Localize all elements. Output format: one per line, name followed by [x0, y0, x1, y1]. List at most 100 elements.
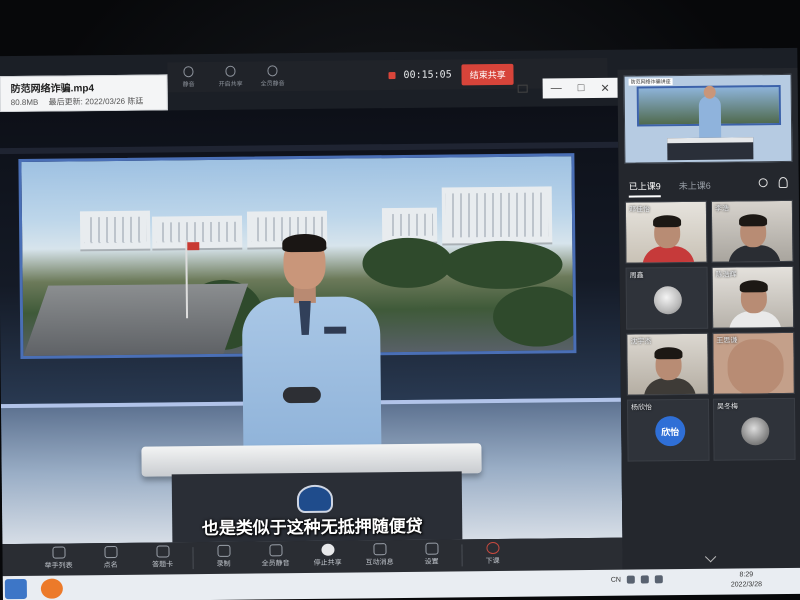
building	[79, 210, 151, 252]
participant-body	[643, 377, 697, 396]
minimize-button[interactable]: —	[551, 82, 562, 94]
roll-call-button[interactable]: 点名	[84, 543, 136, 571]
hand-raise-list-button[interactable]: 举手列表	[32, 543, 84, 571]
settings-label: 设置	[424, 558, 439, 566]
mute-button[interactable]: 静音	[167, 66, 209, 88]
record-icon	[216, 544, 231, 557]
maximize-button[interactable]: □	[578, 82, 585, 94]
participant-name: 吴冬梅	[716, 403, 739, 411]
participant-tile[interactable]: 欣怡 杨欣怡	[626, 398, 710, 462]
participant-name: 邓佳怡	[628, 206, 650, 214]
presenter-uniform	[241, 296, 382, 468]
record-button[interactable]: 录制	[197, 542, 249, 570]
mute-all-button[interactable]: 全员静音	[251, 65, 293, 87]
participant-tile[interactable]: 李浩	[710, 199, 794, 263]
roll-call-label: 点名	[103, 561, 118, 570]
file-name: 防范网络诈骗.mp4	[10, 83, 95, 96]
start-button[interactable]	[4, 578, 27, 600]
participant-body	[729, 311, 782, 329]
tree	[492, 286, 577, 348]
chevron-down-icon[interactable]	[704, 551, 717, 563]
participant-grid: 邓佳怡 李浩 周鑫 陈浩辉 沈宇杰 王思谦 欣怡 杨欣怡 吴冬梅	[624, 199, 796, 462]
answer-card-icon	[155, 545, 170, 558]
teacher-camera[interactable]: 防范网络诈骗讲座	[623, 73, 793, 164]
mute-all-icon	[267, 65, 278, 77]
taskbar-app-icon[interactable]	[40, 578, 63, 599]
participant-face	[727, 338, 784, 395]
network-icon[interactable]	[626, 575, 635, 584]
participant-name: 李浩	[714, 205, 729, 213]
share-label: 开启共享	[218, 81, 243, 88]
volume-icon[interactable]	[640, 575, 649, 584]
meeting-toolbar: 静音 开启共享 全员静音 00:15:05 结束共享	[167, 57, 608, 93]
participant-tile[interactable]: 沈宇杰	[626, 332, 709, 396]
close-button[interactable]: ✕	[600, 81, 609, 94]
participant-tile[interactable]: 陈浩辉	[711, 265, 795, 329]
divider	[461, 544, 463, 567]
system-clock[interactable]: 8:29 2022/3/28	[731, 570, 762, 590]
settings-button[interactable]: 设置	[405, 539, 457, 567]
monitor-screen: 静音 开启共享 全员静音 00:15:05 结束共享 防范网络诈骗.mp4 80…	[0, 47, 800, 600]
police-emblem-icon	[296, 484, 334, 514]
participant-name: 陈浩辉	[715, 271, 737, 279]
answer-card-button[interactable]: 答题卡	[136, 542, 188, 570]
microphone-icon	[183, 66, 194, 78]
participant-hair	[738, 214, 768, 227]
share-button[interactable]: 开启共享	[209, 65, 251, 88]
recording-indicator-icon	[388, 71, 396, 79]
roll-call-icon	[103, 545, 118, 559]
user-icon[interactable]	[778, 176, 788, 189]
messages-label: 互动消息	[365, 559, 394, 567]
window-controls: — □ ✕	[542, 77, 618, 99]
search-icon[interactable]	[758, 178, 768, 188]
avatar: 欣怡	[655, 416, 686, 447]
tab-absent[interactable]: 未上课6	[679, 179, 711, 197]
participant-name: 沈宇杰	[630, 338, 652, 346]
avatar	[741, 417, 770, 446]
participant-tile[interactable]: 吴冬梅	[712, 397, 796, 461]
flag-icon	[187, 242, 200, 251]
police-badge	[324, 326, 347, 334]
answer-card-label: 答题卡	[152, 561, 174, 569]
avatar	[653, 286, 683, 315]
mute-all-control-label: 全员静音	[261, 560, 290, 568]
file-meta: 80.8MB 最后更新: 2022/03/26 陈廷	[11, 96, 152, 108]
teacher-camera-label: 防范网络诈骗讲座	[628, 78, 673, 86]
divider	[192, 547, 194, 570]
participant-tile[interactable]: 邓佳怡	[624, 200, 708, 264]
participant-body	[642, 245, 695, 264]
participant-name: 周鑫	[629, 272, 644, 280]
end-class-label: 下课	[485, 557, 500, 566]
participant-tile[interactable]: 周鑫	[625, 266, 709, 330]
end-share-button[interactable]: 结束共享	[461, 63, 514, 85]
record-label: 录制	[216, 560, 231, 568]
stop-share-label: 停止共享	[313, 559, 342, 567]
teacher-podium	[667, 137, 754, 161]
mute-all-label: 全员静音	[260, 81, 285, 88]
mute-all-control-button[interactable]: 全员静音	[249, 541, 301, 569]
battery-icon[interactable]	[654, 575, 663, 584]
gear-icon	[424, 542, 439, 555]
presenter	[235, 233, 387, 468]
mute-all-icon	[268, 544, 283, 557]
participant-tile[interactable]: 王思谦	[712, 331, 795, 395]
mute-label: 静音	[182, 82, 195, 89]
hand-icon	[51, 546, 66, 559]
stop-share-button[interactable]: 停止共享	[301, 541, 353, 569]
input-language[interactable]: CN	[611, 576, 621, 583]
message-icon	[372, 543, 387, 556]
file-info-card: 防范网络诈骗.mp4 80.8MB 最后更新: 2022/03/26 陈廷	[0, 74, 168, 113]
photo-frame: 静音 开启共享 全员静音 00:15:05 结束共享 防范网络诈骗.mp4 80…	[0, 0, 800, 600]
end-class-button[interactable]: 下课	[466, 539, 518, 567]
participant-hair	[739, 280, 768, 293]
participant-name: 杨欣怡	[630, 404, 653, 412]
participant-body	[728, 245, 781, 263]
end-class-icon	[485, 541, 500, 555]
shared-video[interactable]: 也是类似于这种无抵押随便贷	[0, 105, 623, 545]
picture-in-picture-icon[interactable]	[517, 84, 528, 93]
presenter-hair	[282, 233, 327, 253]
file-modified: 最后更新: 2022/03/26 陈廷	[48, 96, 144, 107]
flagpole	[185, 240, 189, 319]
tab-attended[interactable]: 已上课9	[628, 179, 661, 198]
messages-button[interactable]: 互动消息	[353, 540, 405, 568]
